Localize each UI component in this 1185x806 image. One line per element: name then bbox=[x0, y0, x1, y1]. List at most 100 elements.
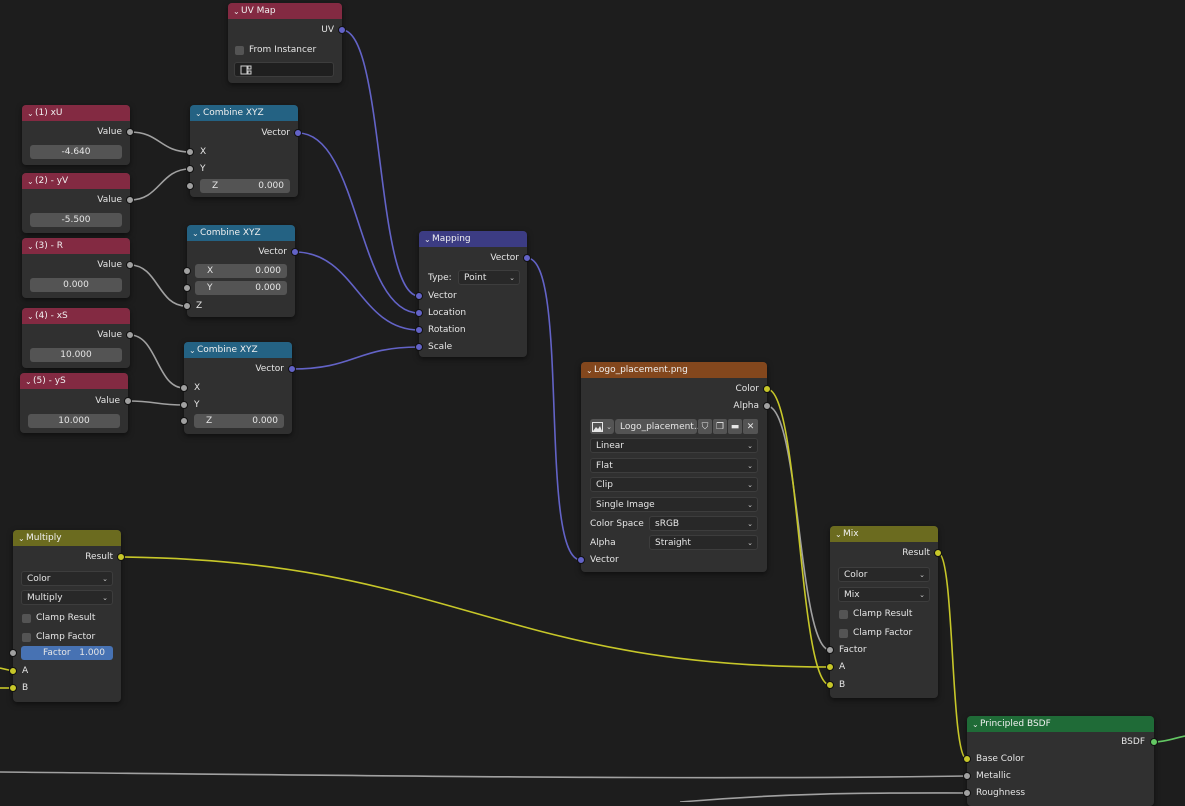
fake-user-button[interactable]: ⛉ bbox=[698, 419, 712, 434]
socket-bsdf[interactable] bbox=[1150, 738, 1158, 746]
socket-rotation[interactable] bbox=[415, 326, 423, 334]
value-field[interactable]: 10.000 bbox=[30, 348, 122, 362]
socket-color[interactable] bbox=[763, 385, 771, 393]
socket-vector-in[interactable] bbox=[577, 556, 585, 564]
multiply-header[interactable]: ⌄ Multiply bbox=[13, 530, 121, 546]
mapping-header[interactable]: ⌄ Mapping bbox=[419, 231, 527, 247]
socket-value[interactable] bbox=[126, 196, 134, 204]
socket-uv[interactable] bbox=[338, 26, 346, 34]
combine-xyz-header[interactable]: ⌄ Combine XYZ bbox=[184, 342, 292, 358]
multiply-node[interactable]: ⌄ Multiply Result Color ⌄ Multiply ⌄ Clamp … bbox=[9, 530, 125, 702]
collapse-chevron-icon[interactable]: ⌄ bbox=[27, 177, 35, 186]
value-node-header[interactable]: ⌄ (1) xU bbox=[22, 105, 130, 121]
value-field[interactable]: -5.500 bbox=[30, 213, 122, 227]
socket-b[interactable] bbox=[9, 684, 17, 692]
socket-value[interactable] bbox=[124, 397, 132, 405]
socket-factor[interactable] bbox=[826, 646, 834, 654]
value-node-5[interactable]: ⌄ (5) - yS Value 10.000 bbox=[20, 373, 132, 433]
value-node-header[interactable]: ⌄ (3) - R bbox=[22, 238, 130, 254]
principled-bsdf-node[interactable]: ⌄ Principled BSDF BSDF Base Color Metalli… bbox=[963, 716, 1158, 806]
value-node-1[interactable]: ⌄ (1) xU Value -4.640 bbox=[22, 105, 134, 165]
socket-y[interactable] bbox=[180, 401, 188, 409]
socket-metallic[interactable] bbox=[963, 772, 971, 780]
socket-vector-in[interactable] bbox=[415, 292, 423, 300]
image-browse-button[interactable]: ⌄ bbox=[590, 419, 614, 434]
socket-z[interactable] bbox=[183, 302, 191, 310]
data-type-dropdown[interactable]: Color ⌄ bbox=[21, 571, 113, 586]
uv-map-field[interactable] bbox=[234, 62, 334, 77]
value-field[interactable]: 0.000 bbox=[30, 278, 122, 292]
interpolation-dropdown[interactable]: Linear ⌄ bbox=[590, 438, 758, 453]
collapse-chevron-icon[interactable]: ⌄ bbox=[972, 720, 980, 729]
collapse-chevron-icon[interactable]: ⌄ bbox=[835, 530, 843, 539]
collapse-chevron-icon[interactable]: ⌄ bbox=[586, 366, 594, 375]
collapse-chevron-icon[interactable]: ⌄ bbox=[18, 534, 26, 543]
factor-slider[interactable]: Factor 1.000 bbox=[21, 646, 113, 660]
collapse-chevron-icon[interactable]: ⌄ bbox=[27, 242, 35, 251]
principled-bsdf-header[interactable]: ⌄ Principled BSDF bbox=[967, 716, 1154, 732]
socket-b[interactable] bbox=[826, 681, 834, 689]
socket-vector-out[interactable] bbox=[288, 365, 296, 373]
value-node-4[interactable]: ⌄ (4) - xS Value 10.000 bbox=[22, 308, 134, 368]
image-texture-header[interactable]: ⌄ Logo_placement.png bbox=[581, 362, 767, 378]
extension-dropdown[interactable]: Clip ⌄ bbox=[590, 477, 758, 492]
source-dropdown[interactable]: Single Image ⌄ bbox=[590, 497, 758, 512]
socket-alpha[interactable] bbox=[763, 402, 771, 410]
socket-location[interactable] bbox=[415, 309, 423, 317]
socket-x[interactable] bbox=[183, 267, 191, 275]
value-node-header[interactable]: ⌄ (5) - yS bbox=[20, 373, 128, 389]
socket-value[interactable] bbox=[126, 261, 134, 269]
alpha-mode-dropdown[interactable]: Straight ⌄ bbox=[649, 535, 758, 550]
collapse-chevron-icon[interactable]: ⌄ bbox=[27, 312, 35, 321]
checkbox-box[interactable] bbox=[235, 45, 244, 55]
value-node-3[interactable]: ⌄ (3) - R Value 0.000 bbox=[22, 238, 134, 298]
mix-header[interactable]: ⌄ Mix bbox=[830, 526, 938, 542]
socket-result[interactable] bbox=[117, 553, 125, 561]
socket-roughness[interactable] bbox=[963, 789, 971, 797]
socket-y[interactable] bbox=[183, 284, 191, 292]
clamp-factor-checkbox[interactable]: Clamp Factor bbox=[22, 632, 95, 642]
colorspace-dropdown[interactable]: sRGB ⌄ bbox=[649, 516, 758, 531]
socket-factor[interactable] bbox=[9, 649, 17, 657]
value-node-header[interactable]: ⌄ (2) - yV bbox=[22, 173, 130, 189]
collapse-chevron-icon[interactable]: ⌄ bbox=[189, 346, 197, 355]
uv-map-header[interactable]: ⌄ UV Map bbox=[228, 3, 342, 19]
checkbox-box[interactable] bbox=[22, 632, 31, 642]
socket-x[interactable] bbox=[180, 384, 188, 392]
socket-result[interactable] bbox=[934, 549, 942, 557]
collapse-chevron-icon[interactable]: ⌄ bbox=[195, 109, 203, 118]
collapse-chevron-icon[interactable]: ⌄ bbox=[192, 229, 200, 238]
socket-z[interactable] bbox=[186, 182, 194, 190]
duplicate-image-button[interactable]: ❐ bbox=[713, 419, 727, 434]
blend-mode-dropdown[interactable]: Multiply ⌄ bbox=[21, 590, 113, 605]
value-field[interactable]: -4.640 bbox=[30, 145, 122, 159]
socket-y[interactable] bbox=[186, 165, 194, 173]
y-field[interactable]: Y 0.000 bbox=[195, 281, 287, 295]
mapping-node[interactable]: ⌄ Mapping Vector Type: Point ⌄ Vector Loca… bbox=[415, 231, 531, 357]
collapse-chevron-icon[interactable]: ⌄ bbox=[25, 377, 33, 386]
socket-a[interactable] bbox=[9, 667, 17, 675]
socket-vector-out[interactable] bbox=[523, 254, 531, 262]
combine-xyz-node-1[interactable]: ⌄ Combine XYZ Vector X Y Z 0.000 bbox=[186, 105, 302, 197]
socket-vector-out[interactable] bbox=[294, 129, 302, 137]
collapse-chevron-icon[interactable]: ⌄ bbox=[27, 109, 35, 118]
checkbox-box[interactable] bbox=[839, 609, 848, 619]
data-type-dropdown[interactable]: Color ⌄ bbox=[838, 567, 930, 582]
combine-xyz-node-2[interactable]: ⌄ Combine XYZ Vector X 0.000 Y 0.000 Z bbox=[183, 225, 299, 317]
unlink-image-button[interactable]: ✕ bbox=[743, 419, 758, 434]
socket-value[interactable] bbox=[126, 128, 134, 136]
type-dropdown[interactable]: Point ⌄ bbox=[458, 270, 520, 285]
value-node-2[interactable]: ⌄ (2) - yV Value -5.500 bbox=[22, 173, 134, 233]
combine-xyz-header[interactable]: ⌄ Combine XYZ bbox=[187, 225, 295, 241]
value-field[interactable]: 10.000 bbox=[28, 414, 120, 428]
from-instancer-checkbox[interactable]: From Instancer bbox=[235, 45, 316, 55]
clamp-factor-checkbox[interactable]: Clamp Factor bbox=[839, 628, 912, 638]
projection-dropdown[interactable]: Flat ⌄ bbox=[590, 458, 758, 473]
blend-mode-dropdown[interactable]: Mix ⌄ bbox=[838, 587, 930, 602]
socket-z[interactable] bbox=[180, 417, 188, 425]
combine-xyz-node-3[interactable]: ⌄ Combine XYZ Vector X Y Z 0.000 bbox=[180, 342, 296, 434]
clamp-result-checkbox[interactable]: Clamp Result bbox=[22, 613, 95, 623]
collapse-chevron-icon[interactable]: ⌄ bbox=[424, 235, 432, 244]
socket-a[interactable] bbox=[826, 663, 834, 671]
socket-vector-out[interactable] bbox=[291, 248, 299, 256]
